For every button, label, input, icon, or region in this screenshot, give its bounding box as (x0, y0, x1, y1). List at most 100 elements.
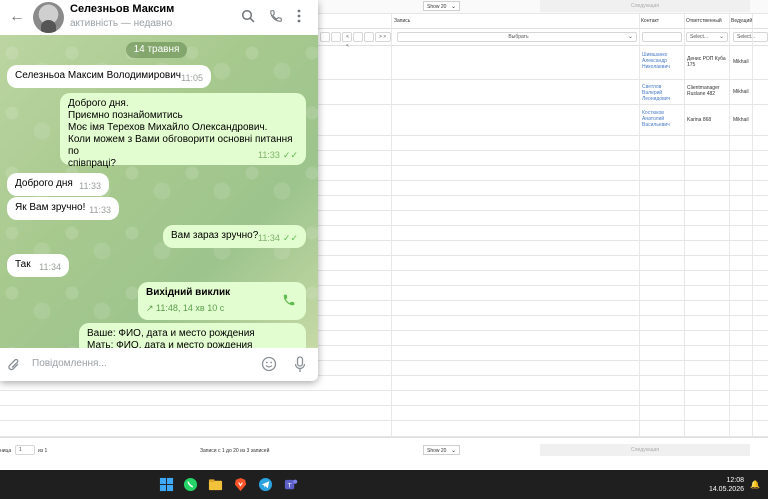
responsible-filter-select[interactable]: Select... ⌄ (686, 32, 728, 42)
message-time: 11:33 (89, 205, 111, 215)
phone-icon[interactable] (282, 293, 296, 307)
more-menu-icon[interactable] (296, 9, 302, 23)
filter-box-d[interactable] (364, 32, 374, 42)
record-select-label: Выбрать (508, 34, 529, 40)
lead-filter-select[interactable]: Select... (733, 32, 768, 42)
phone-icon[interactable] (269, 9, 283, 23)
back-arrow-icon[interactable]: ← (9, 9, 25, 25)
attach-icon[interactable] (7, 357, 21, 373)
pagination-bar: ница 1 из 1 Записи с 1 до 20 из 3 записе… (0, 437, 768, 464)
message-text: Як Вам зручно! (15, 202, 86, 213)
message-incoming[interactable]: Селезньоа Максим Володимирович 11:05 (7, 65, 211, 88)
teams-icon[interactable]: T (283, 477, 298, 492)
responsible-select-label: Select... (690, 34, 709, 40)
row-contact-link[interactable]: Светлов Валерий Леонидович (642, 84, 682, 102)
message-text: Селезньоа Максим Володимирович (15, 70, 181, 81)
emoji-icon[interactable] (261, 356, 277, 372)
message-time: 11:33 (79, 181, 101, 191)
page-label: ница (0, 448, 12, 454)
message-line: Мать: ФИО, дата и место рождения (87, 340, 253, 348)
message-line: Ваше: ФИО, дата и место рождения (87, 328, 255, 339)
header-contact: Контакт (641, 18, 660, 24)
message-line: Приємно познайомитись (68, 110, 183, 121)
empty-row (0, 406, 768, 421)
notification-bell-icon[interactable]: 🔔 (750, 480, 760, 489)
message-time: 11:05 (181, 73, 203, 83)
system-clock[interactable]: 12:08 14.05.2026 (709, 476, 744, 494)
telegram-window: ← Селезньов Максим активність — недавно … (0, 0, 318, 381)
row-responsible: Clientmanager Ruslane 482 (687, 85, 720, 97)
message-composer: Повідомлення... (0, 348, 318, 381)
clock-date: 14.05.2026 (708, 486, 744, 493)
chat-header: ← Селезньов Максим активність — недавно (0, 0, 318, 35)
filter-box-c[interactable] (353, 32, 363, 42)
contact-filter-input[interactable] (642, 32, 682, 42)
microphone-icon[interactable] (294, 356, 306, 373)
message-outgoing[interactable]: Вам зараз зручно? 11:34 ✓✓ (163, 225, 306, 248)
outgoing-call-message[interactable]: Вихідний виклик ↗ 11:48, 14 хв 10 с (138, 282, 306, 320)
date-separator: 14 травня (126, 42, 187, 58)
brave-browser-icon[interactable] (233, 477, 248, 492)
message-text: Так (15, 259, 31, 270)
outgoing-arrow-icon: ↗ (146, 303, 157, 313)
filter-nav-prev[interactable]: < < (342, 32, 352, 49)
row-lead: Mikhail (733, 59, 749, 65)
message-text: Доброго дня (15, 178, 73, 189)
call-time: 11:48, 14 хв 10 с (156, 303, 225, 313)
call-title: Вихідний виклик (146, 287, 231, 298)
filter-box-b[interactable] (331, 32, 341, 42)
records-info: Записи с 1 до 20 из 3 записей (200, 448, 270, 454)
message-time-wrap: 11:34 ✓✓ (258, 232, 298, 244)
header-responsible: Ответственный (686, 18, 722, 24)
clock-time: 12:08 (726, 477, 744, 484)
empty-row (0, 421, 768, 437)
next-page-button-bottom[interactable]: Следующая (540, 444, 750, 456)
empty-row (0, 391, 768, 406)
row-lead: Mikhail (733, 89, 749, 95)
message-outgoing[interactable]: Ваше: ФИО, дата и место рождения Мать: Ф… (79, 323, 306, 348)
message-outgoing[interactable]: Доброго дня. Приємно познайомитись Моє і… (60, 93, 306, 169)
search-icon[interactable] (241, 9, 255, 23)
file-explorer-icon[interactable] (208, 477, 223, 492)
windows-start-icon[interactable] (159, 477, 174, 492)
message-time: 11:34 (258, 233, 280, 243)
page-number-input[interactable]: 1 (15, 445, 35, 455)
filter-box-a[interactable] (320, 32, 330, 42)
record-filter-select[interactable]: Выбрать ⌄ (397, 32, 637, 42)
message-time-wrap: 11:33 ✓✓ (258, 149, 298, 161)
telegram-icon[interactable] (258, 477, 273, 492)
chevron-down-icon: ⌄ (450, 448, 456, 454)
whatsapp-icon[interactable] (183, 477, 198, 492)
chevron-down-icon: ⌄ (450, 4, 456, 10)
message-incoming[interactable]: Як Вам зручно! 11:33 (7, 197, 119, 220)
avatar[interactable] (33, 2, 64, 33)
double-check-icon: ✓✓ (282, 150, 298, 160)
message-time: 11:34 (39, 262, 61, 272)
chevron-down-icon: ⌄ (718, 34, 724, 40)
header-record: Запись (394, 18, 411, 24)
contact-status: активність — недавно (70, 18, 173, 29)
show-label: Show 20 (427, 4, 447, 10)
show-label: Show 20 (427, 448, 447, 454)
double-check-icon: ✓✓ (282, 233, 298, 243)
row-contact-link[interactable]: Костюков Анатолий Васильевич (642, 110, 682, 128)
message-time: 11:33 (258, 150, 280, 160)
row-lead: Mikhail (733, 117, 749, 123)
message-incoming[interactable]: Доброго дня 11:33 (7, 173, 109, 196)
message-line: Моє імя Терехов Михайло Олександрович. (68, 122, 268, 133)
row-responsible: Karina 868 (687, 117, 712, 123)
row-responsible: Денис РОП Куба 175 (687, 56, 726, 68)
row-contact-link[interactable]: Шимшанко Александр Николаевич (642, 52, 682, 70)
show-per-page-select-bottom[interactable]: Show 20 ⌄ (423, 445, 460, 455)
message-input[interactable]: Повідомлення... (32, 358, 107, 369)
chat-area[interactable]: 14 травня Селезньоа Максим Володимирович… (0, 35, 318, 348)
message-incoming[interactable]: Так 11:34 (7, 254, 69, 277)
windows-taskbar: T 12:08 14.05.2026 🔔 (0, 470, 768, 499)
message-text: Вам зараз зручно? (171, 230, 259, 241)
contact-name[interactable]: Селезньов Максим (70, 3, 174, 15)
page-of-label: из 1 (38, 448, 48, 454)
show-per-page-select[interactable]: Show 20 ⌄ (423, 1, 460, 11)
header-lead: Ведущий (731, 18, 753, 24)
next-page-button[interactable]: Следующая (540, 0, 750, 12)
filter-nav-next[interactable]: > > (375, 32, 391, 42)
